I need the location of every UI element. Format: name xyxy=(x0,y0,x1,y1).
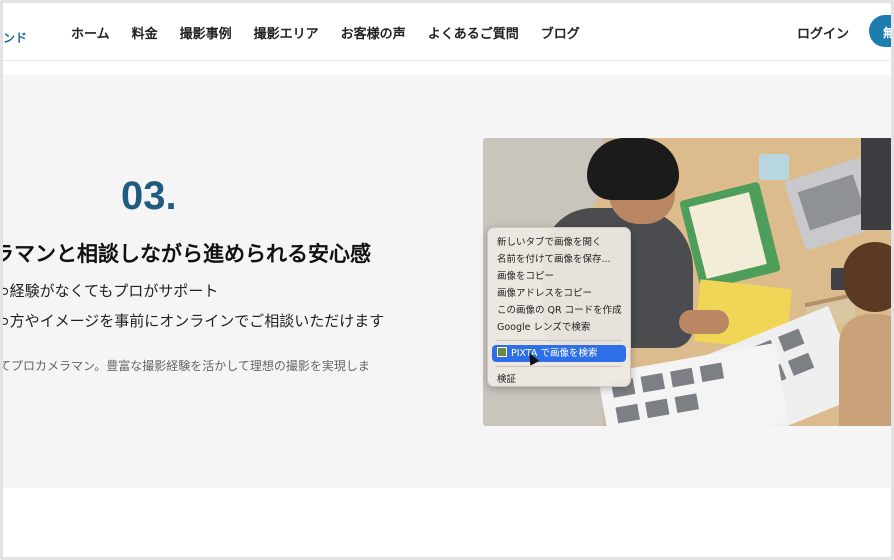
photo-laptop-keys xyxy=(797,174,866,231)
menu-item-copy-image[interactable]: 画像をコピー xyxy=(488,268,630,285)
menu-item-save-image[interactable]: 名前を付けて画像を保存... xyxy=(488,251,630,268)
feature-bullet-text: 方やイメージを事前にオンラインでご相談いただけます xyxy=(9,312,385,330)
menu-item-pixta-label: PIXTA で画像を検索 xyxy=(511,348,598,359)
login-link[interactable]: ログイン xyxy=(797,23,849,42)
photo-laptop-screen xyxy=(861,138,891,230)
nav-item-pricing[interactable]: 料金 xyxy=(132,23,158,42)
menu-item-open-in-new-tab[interactable]: 新しいタブで画像を開く xyxy=(488,234,630,251)
photo-thumb xyxy=(674,393,700,413)
photo-thumb xyxy=(670,367,695,388)
feature-number: 03. xyxy=(121,174,177,218)
photo-sticky-notes xyxy=(759,154,789,180)
main-nav: ホーム 料金 撮影事例 撮影エリア お客様の声 よくあるご質問 ブログ xyxy=(71,23,602,42)
photo-notebook-page xyxy=(688,192,767,279)
photo-thumb xyxy=(699,362,725,383)
nav-item-reviews[interactable]: お客様の声 xyxy=(341,23,406,42)
photo-person2-body xyxy=(839,314,891,426)
menu-separator xyxy=(496,366,622,367)
browser-viewport: ンド ホーム 料金 撮影事例 撮影エリア お客様の声 よくあるご質問 ブログ ロ… xyxy=(0,0,894,560)
signup-button[interactable]: 無 xyxy=(869,15,891,47)
nav-item-areas[interactable]: 撮影エリア xyxy=(254,23,319,42)
feature-description-text: てプロカメラマン。豊富な撮影経験を活かして理想の撮影を実現しま xyxy=(0,359,370,373)
feature-bullet: ⊃方やイメージを事前にオンラインでご相談いただけます xyxy=(3,310,385,331)
menu-item-inspect[interactable]: 検証 xyxy=(488,371,630,388)
nav-item-faq[interactable]: よくあるご質問 xyxy=(428,23,519,42)
photo-thumb xyxy=(778,328,805,352)
photo-person2-hair xyxy=(843,242,891,312)
photo-thumb xyxy=(645,398,670,419)
bullet-marker: ⊃ xyxy=(3,282,10,300)
pixta-icon xyxy=(497,347,507,357)
menu-item-copy-image-address[interactable]: 画像アドレスをコピー xyxy=(488,285,630,302)
site-logo[interactable]: ンド xyxy=(3,29,27,46)
menu-item-pixta-search[interactable]: PIXTA で画像を検索 xyxy=(492,345,626,362)
site-header: ンド ホーム 料金 撮影事例 撮影エリア お客様の声 よくあるご質問 ブログ ロ… xyxy=(3,3,891,61)
menu-item-google-lens[interactable]: Google レンズで検索 xyxy=(488,319,630,336)
nav-item-cases[interactable]: 撮影事例 xyxy=(180,23,232,42)
photo-person-hair xyxy=(587,138,679,200)
context-menu: 新しいタブで画像を開く 名前を付けて画像を保存... 画像をコピー 画像アドレス… xyxy=(487,227,631,387)
bullet-marker: ⊃ xyxy=(3,312,10,330)
photo-thumb xyxy=(615,403,640,424)
photo-thumb xyxy=(640,372,665,393)
feature-bullet-text: 経験がなくてもプロがサポート xyxy=(9,282,219,300)
photo-thumb xyxy=(787,352,815,376)
feature-title: ラマンと相談しながら進められる安心感 xyxy=(0,242,371,266)
feature-section: 03. ラマンと相談しながら進められる安心感 ⊃経験がなくてもプロがサポート ⊃… xyxy=(0,75,891,488)
menu-item-create-qr[interactable]: この画像の QR コードを作成 xyxy=(488,302,630,319)
feature-description: てプロカメラマン。豊富な撮影経験を活かして理想の撮影を実現しま xyxy=(0,357,370,374)
feature-bullet: ⊃経験がなくてもプロがサポート xyxy=(3,280,219,301)
nav-item-home[interactable]: ホーム xyxy=(71,23,110,42)
photo-person-arm xyxy=(679,310,729,334)
menu-separator xyxy=(496,340,622,341)
nav-item-blog[interactable]: ブログ xyxy=(541,23,580,42)
